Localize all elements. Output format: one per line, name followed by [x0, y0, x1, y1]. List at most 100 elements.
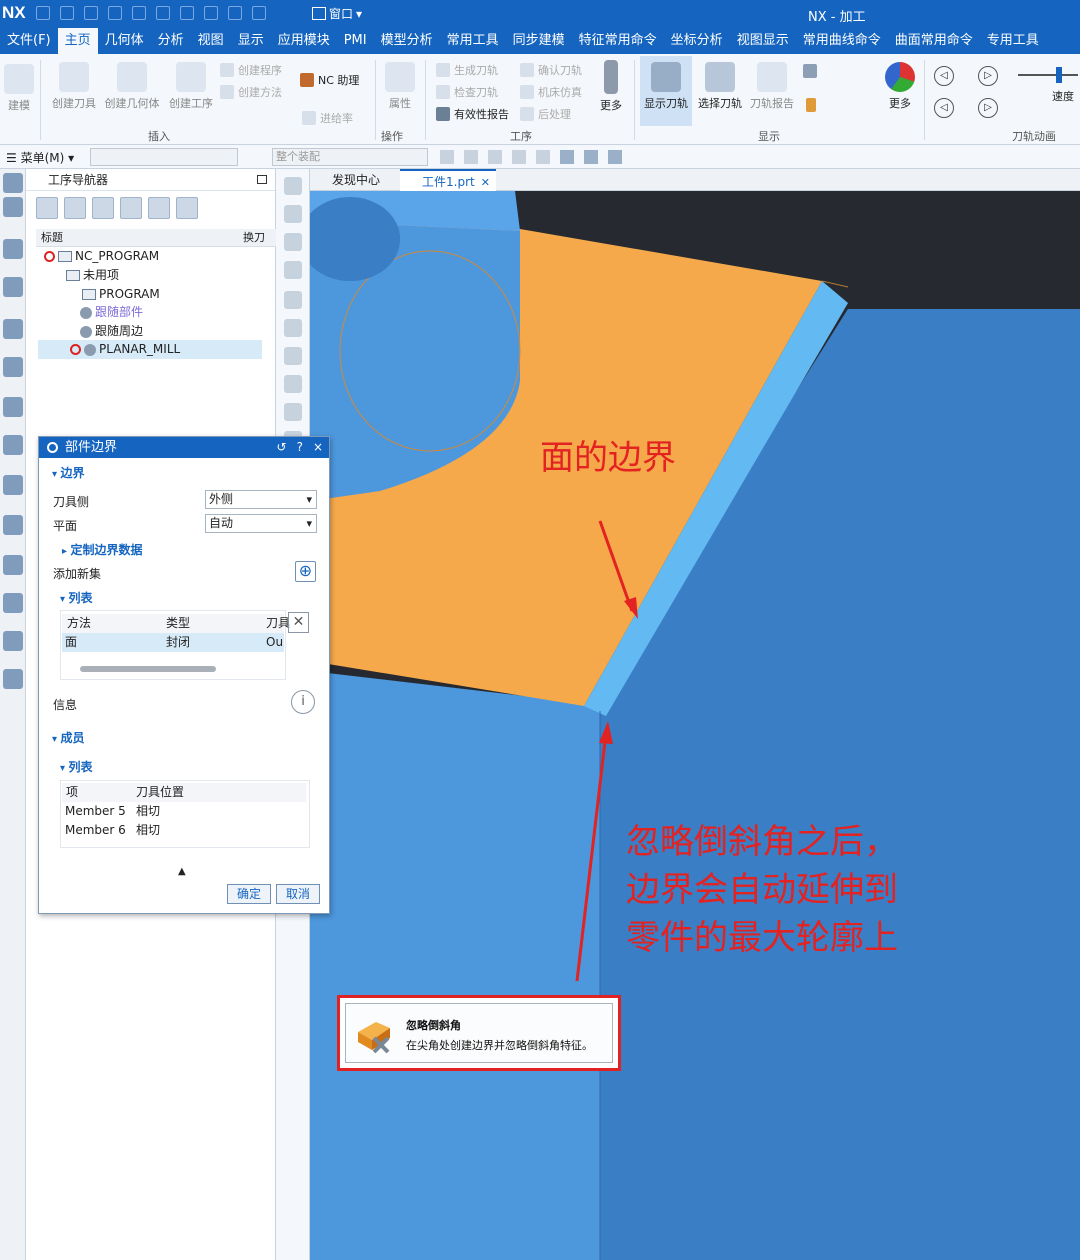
resource-tab-icon[interactable] — [3, 397, 23, 417]
resource-tab-icon[interactable] — [3, 239, 23, 259]
create-program-button[interactable]: 创建程序 — [220, 62, 282, 78]
menu-item[interactable]: 视图显示 — [730, 28, 796, 54]
resource-tab-icon[interactable] — [3, 631, 23, 651]
tool-icon[interactable] — [284, 261, 302, 279]
section-members[interactable]: 成员 — [52, 729, 85, 746]
reset-icon[interactable]: ↺ — [277, 437, 287, 458]
speed-slider-thumb[interactable] — [1056, 67, 1062, 83]
switch-window-icon[interactable] — [228, 6, 242, 20]
add-set-icon[interactable]: ⊕ — [295, 561, 316, 582]
graphics-viewport[interactable] — [310, 191, 1080, 1260]
point-icon[interactable] — [464, 150, 478, 164]
rewind-icon[interactable]: ◁ — [934, 98, 954, 118]
modeling-button[interactable]: 建模 — [4, 64, 34, 113]
plane-dropdown[interactable]: 自动 — [205, 514, 317, 533]
menu-item[interactable]: 坐标分析 — [664, 28, 730, 54]
resource-tab-icon[interactable] — [3, 555, 23, 575]
tool-icon[interactable] — [284, 403, 302, 421]
cursor-icon[interactable] — [512, 150, 526, 164]
close-icon[interactable]: × — [313, 437, 323, 458]
feed-rate-button[interactable]: 进给率 — [302, 110, 353, 126]
resource-tab-icon[interactable] — [3, 173, 23, 193]
generate-toolpath-button[interactable]: 生成刀轨 — [436, 62, 498, 78]
tree-node[interactable]: PLANAR_MILL — [70, 340, 180, 359]
resource-tab-icon[interactable] — [3, 475, 23, 495]
menu-item[interactable]: 文件(F) — [0, 28, 58, 54]
help-icon[interactable]: ? — [297, 437, 303, 458]
tree-node[interactable]: 跟随部件 — [80, 303, 143, 322]
window-icon[interactable] — [252, 6, 266, 20]
resource-tab-icon[interactable] — [3, 593, 23, 613]
more-button-display[interactable]: 更多 — [884, 62, 916, 111]
resource-tab-icon[interactable] — [3, 515, 23, 535]
section-custom-boundary-data[interactable]: 定制边界数据 — [62, 541, 143, 558]
show-toolpath-button[interactable]: 显示刀轨 — [640, 56, 692, 126]
tool-icon[interactable] — [284, 205, 302, 223]
tab-discovery[interactable]: 发现中心 — [310, 169, 386, 191]
create-method-button[interactable]: 创建方法 — [220, 84, 282, 100]
ok-button[interactable]: 确定 — [227, 884, 271, 904]
info-icon[interactable]: i — [291, 690, 315, 714]
menu-item[interactable]: 专用工具 — [980, 28, 1046, 54]
tree-node[interactable]: NC_PROGRAM — [44, 247, 159, 266]
menu-item[interactable]: PMI — [337, 28, 374, 54]
menu-item[interactable]: 模型分析 — [374, 28, 440, 54]
select-toolpath-button[interactable]: 选择刀轨 — [696, 62, 744, 111]
menu-item[interactable]: 曲面常用命令 — [888, 28, 980, 54]
menu-item[interactable]: 分析 — [151, 28, 191, 54]
tool-side-dropdown[interactable]: 外侧 — [205, 490, 317, 509]
show-icon[interactable] — [584, 150, 598, 164]
remove-icon[interactable] — [176, 197, 198, 219]
speed-slider[interactable] — [1018, 67, 1078, 83]
tool-icon[interactable] — [284, 233, 302, 251]
more-button-operations[interactable]: 更多 — [596, 60, 626, 113]
program-order-view-icon[interactable] — [36, 197, 58, 219]
postprocess-button[interactable]: 后处理 — [520, 106, 571, 122]
table-row[interactable]: Member 5 相切 — [62, 802, 306, 821]
resource-tab-icon[interactable] — [3, 435, 23, 455]
menu-item[interactable]: 显示 — [231, 28, 271, 54]
play-icon[interactable]: ▷ — [978, 66, 998, 86]
section-list[interactable]: 列表 — [60, 589, 93, 606]
scrollbar[interactable] — [80, 666, 216, 672]
section-boundary[interactable]: 边界 — [52, 464, 85, 481]
create-tool-button[interactable]: 创建刀具 — [50, 62, 98, 111]
menu-item[interactable]: 主页 — [57, 28, 98, 54]
delete-icon[interactable]: ✕ — [288, 612, 309, 633]
tree-node[interactable]: PROGRAM — [82, 285, 160, 304]
cancel-button[interactable]: 取消 — [276, 884, 320, 904]
machine-tool-view-icon[interactable] — [64, 197, 86, 219]
type-filter-combo[interactable] — [90, 148, 238, 166]
machine-sim-button[interactable]: 机床仿真 — [520, 84, 582, 100]
menu-item[interactable]: 同步建模 — [506, 28, 572, 54]
copy-icon[interactable] — [108, 6, 122, 20]
tool-icon[interactable] — [284, 177, 302, 195]
save-icon[interactable] — [36, 6, 50, 20]
mcs-icon[interactable] — [560, 150, 574, 164]
menu-item[interactable]: 特征常用命令 — [572, 28, 664, 54]
tool-icon[interactable] — [284, 319, 302, 337]
microphone-icon[interactable] — [204, 6, 218, 20]
table-row[interactable]: Member 6 相切 — [62, 821, 306, 840]
display-icon-b[interactable] — [806, 98, 816, 112]
window-menu[interactable]: 窗口 ▾ — [312, 5, 362, 22]
menu-item[interactable]: 视图 — [191, 28, 231, 54]
cut-icon[interactable] — [84, 6, 98, 20]
resource-tab-icon[interactable] — [3, 319, 23, 339]
nc-assistant-button[interactable]: NC 助理 — [300, 72, 359, 88]
assembly-scope-combo[interactable]: 整个装配 — [272, 148, 428, 166]
display-icon-a[interactable] — [803, 64, 817, 78]
add-icon[interactable] — [148, 197, 170, 219]
resource-tab-icon[interactable] — [3, 669, 23, 689]
tree-node[interactable]: 未用项 — [66, 266, 119, 285]
resource-tab-icon[interactable] — [3, 357, 23, 377]
collapse-icon[interactable]: ▲ — [178, 866, 186, 877]
hide-icon[interactable] — [608, 150, 622, 164]
snap-icon[interactable] — [440, 150, 454, 164]
toolpath-report-button[interactable]: 刀轨报告 — [748, 62, 796, 111]
menu-item[interactable]: 常用曲线命令 — [796, 28, 888, 54]
part-model[interactable] — [310, 191, 1080, 1260]
tab-part[interactable]: 工件1.prt ✕ — [400, 169, 496, 191]
validity-report-button[interactable]: 有效性报告 — [436, 106, 509, 122]
verify-toolpath-button[interactable]: 确认刀轨 — [520, 62, 582, 78]
